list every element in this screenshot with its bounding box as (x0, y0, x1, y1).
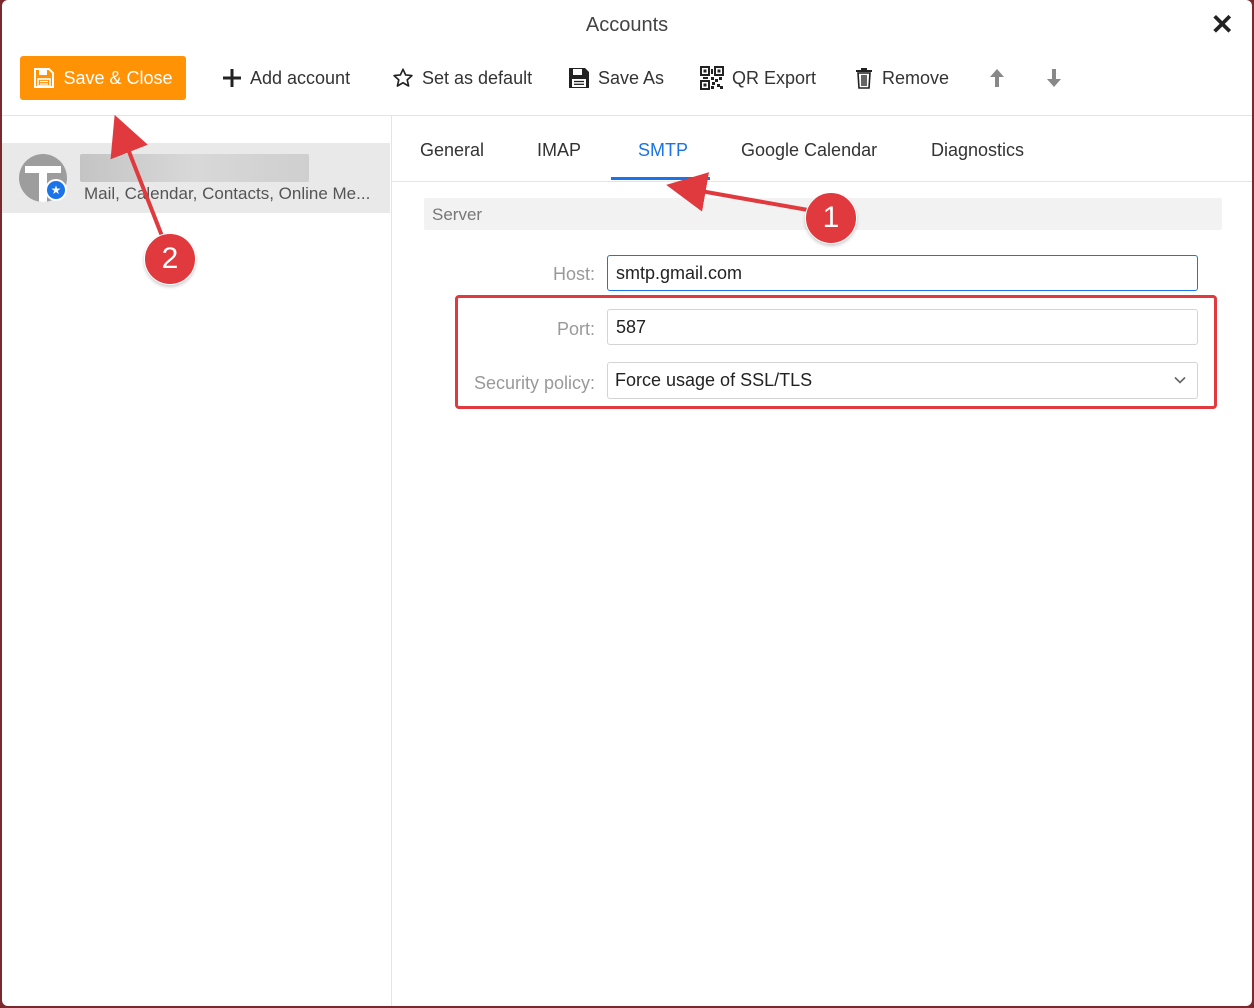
title-bar: Accounts ✕ (2, 0, 1252, 52)
account-list-item[interactable]: ★ Mail, Calendar, Contacts, Online Me... (2, 143, 390, 213)
host-label: Host: (552, 264, 595, 284)
accounts-window: Accounts ✕ Save & Close Add account Set … (2, 0, 1252, 1006)
tab-google-calendar[interactable]: Google Calendar (741, 140, 877, 161)
remove-button[interactable]: Remove (854, 56, 949, 100)
set-default-label: Set as default (422, 67, 533, 88)
annotation-badge-1: 1 (805, 192, 857, 244)
account-subtitle: Mail, Calendar, Contacts, Online Me... (84, 184, 371, 203)
set-default-button[interactable]: Set as default (392, 56, 532, 100)
security-policy-label: Security policy: (473, 373, 595, 393)
add-account-label: Add account (250, 67, 351, 88)
save-icon (568, 67, 590, 89)
add-account-button[interactable]: Add account (222, 56, 350, 100)
plus-icon (222, 68, 242, 88)
save-as-button[interactable]: Save As (568, 56, 664, 100)
chevron-down-icon (1173, 373, 1187, 392)
qr-export-button[interactable]: QR Export (700, 56, 816, 100)
save-as-label: Save As (598, 67, 665, 88)
security-policy-select[interactable]: Force usage of SSL/TLS (607, 362, 1198, 399)
save-close-label: Save & Close (63, 67, 173, 88)
move-up-button[interactable] (988, 56, 1006, 100)
account-settings-panel: General IMAP SMTP Google Calendar Diagno… (392, 116, 1252, 1006)
floppy-disk-icon (33, 67, 55, 89)
star-outline-icon (392, 67, 414, 89)
save-close-button[interactable]: Save & Close (20, 56, 186, 100)
host-input[interactable] (607, 255, 1198, 291)
qr-export-label: QR Export (732, 67, 817, 88)
annotation-badge-2: 2 (144, 233, 196, 285)
tab-diagnostics[interactable]: Diagnostics (931, 140, 1024, 161)
toolbar: Save & Close Add account Set as default … (2, 52, 1252, 112)
port-input[interactable] (607, 309, 1198, 345)
tab-general[interactable]: General (420, 140, 484, 161)
qr-code-icon (700, 66, 724, 90)
arrow-down-icon (1045, 68, 1063, 88)
section-title: Server (432, 205, 483, 224)
move-down-button[interactable] (1045, 56, 1063, 100)
account-sidebar: ★ Mail, Calendar, Contacts, Online Me... (2, 116, 392, 1006)
tab-smtp[interactable]: SMTP (638, 140, 688, 161)
arrow-up-icon (988, 68, 1006, 88)
active-tab-indicator (611, 177, 710, 180)
security-policy-value: Force usage of SSL/TLS (615, 370, 813, 390)
remove-label: Remove (882, 67, 950, 88)
port-label: Port: (556, 319, 595, 339)
window-title: Accounts (585, 14, 669, 36)
close-icon[interactable]: ✕ (1211, 8, 1234, 41)
tab-imap[interactable]: IMAP (537, 140, 581, 161)
default-star-icon: ★ (45, 179, 67, 201)
trash-icon (854, 67, 874, 89)
account-name-redacted (80, 154, 309, 182)
settings-tabs: General IMAP SMTP Google Calendar Diagno… (392, 116, 1252, 182)
